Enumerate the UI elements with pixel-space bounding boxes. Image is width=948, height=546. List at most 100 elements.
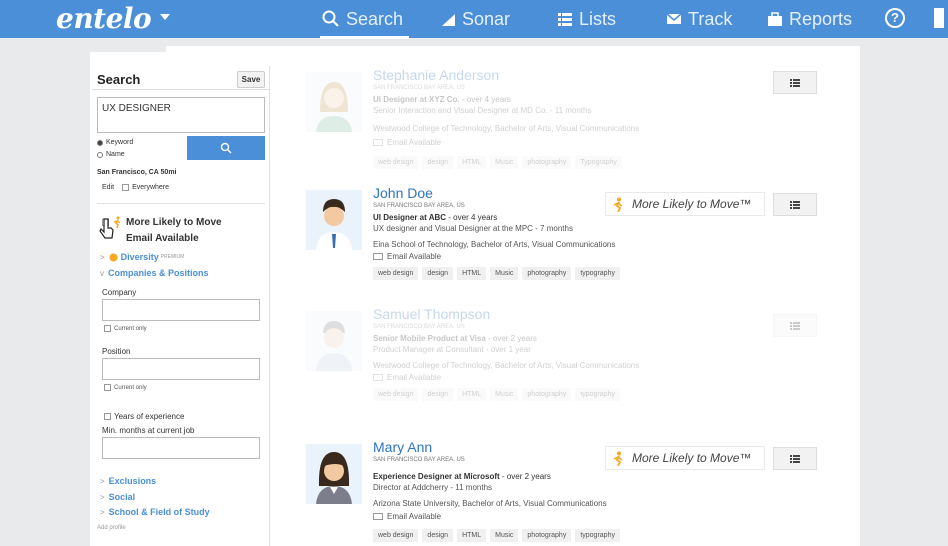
add-to-list-button[interactable]	[773, 314, 817, 337]
email-available: Email Available	[373, 252, 441, 261]
skill-tag[interactable]: photography	[522, 156, 572, 169]
signal-bars-icon	[442, 14, 455, 26]
email-available: Email Available	[373, 512, 441, 521]
candidate-location: SAN FRANCISCO BAY AREA, US	[373, 203, 465, 209]
skill-tag[interactable]: Music	[490, 529, 519, 542]
skill-tag[interactable]: web design	[373, 156, 419, 169]
skill-tag[interactable]: HTML	[457, 267, 487, 280]
candidate-name[interactable]: Samuel Thompson	[373, 306, 490, 322]
diversity-icon	[109, 253, 118, 261]
help-icon[interactable]: ?	[885, 8, 905, 28]
candidate-name[interactable]: John Doe	[373, 185, 433, 201]
position-input[interactable]	[102, 358, 260, 380]
title-company: Senior Mobile Product at Visa	[373, 334, 486, 343]
skill-tag[interactable]: design	[422, 388, 454, 401]
divider	[97, 203, 265, 204]
skill-tag[interactable]: HTML	[457, 388, 487, 401]
school-field-label: School & Field of Study	[108, 507, 210, 517]
skill-tag[interactable]: Music	[490, 156, 519, 169]
search-query-input[interactable]: UX DESIGNER	[97, 97, 265, 133]
nav-reports[interactable]: Reports	[767, 7, 852, 31]
skill-tag[interactable]: web design	[373, 529, 419, 542]
years-experience-checkbox[interactable]	[104, 413, 111, 420]
filter-email-available[interactable]: Email Available	[116, 233, 199, 244]
skill-tag[interactable]: design	[422, 156, 454, 169]
diversity-section[interactable]: > Diversity PREMIUM	[100, 252, 184, 262]
result-card[interactable]: Stephanie Anderson SAN FRANCISCO BAY ARE…	[306, 67, 826, 172]
logo-dropdown-icon[interactable]	[160, 14, 170, 20]
school-field-section[interactable]: > School & Field of Study	[100, 507, 210, 517]
notification-flag-icon[interactable]	[934, 8, 944, 28]
nav-lists[interactable]: Lists	[557, 7, 616, 31]
avatar[interactable]	[306, 311, 362, 371]
company-current-only[interactable]: Current only	[104, 325, 147, 332]
years-experience[interactable]: Years of experience	[104, 412, 184, 421]
skill-tag[interactable]: HTML	[457, 529, 487, 542]
avatar[interactable]	[306, 190, 362, 250]
envelope-icon	[373, 139, 383, 146]
avatar[interactable]	[306, 444, 362, 504]
skill-tag[interactable]: photography	[522, 388, 572, 401]
search-submit-button[interactable]	[187, 136, 265, 160]
save-button[interactable]: Save	[237, 71, 265, 88]
add-to-list-button[interactable]	[773, 193, 817, 216]
list-icon	[790, 200, 800, 209]
radio-name[interactable]: Name	[97, 151, 125, 158]
radio-keyword[interactable]: Keyword	[97, 139, 133, 146]
nav-search-label: Search	[346, 8, 404, 29]
email-available-label: Email Available	[387, 512, 442, 521]
nav-lists-label: Lists	[579, 8, 617, 29]
everywhere-checkbox[interactable]	[122, 184, 130, 191]
filter-more-likely-to-move[interactable]: More Likely to Move	[102, 216, 222, 228]
result-card[interactable]: John Doe SAN FRANCISCO BAY AREA, US UI D…	[306, 185, 826, 290]
chevron-right-icon: >	[100, 492, 105, 502]
skill-tag[interactable]: photography	[522, 529, 572, 542]
list-icon	[558, 13, 572, 26]
exclusions-section[interactable]: > Exclusions	[100, 476, 156, 486]
skill-tag[interactable]: Music	[490, 388, 519, 401]
entelo-logo[interactable]: entelo	[56, 2, 152, 35]
skill-tag[interactable]: typography	[575, 529, 620, 542]
candidate-current-title: Experience Designer at Microsoft - over …	[373, 472, 551, 481]
envelope-icon	[666, 13, 682, 24]
skill-tag[interactable]: design	[422, 267, 454, 280]
skill-tag[interactable]: Music	[490, 267, 519, 280]
location-edit-link[interactable]: Edit	[102, 184, 114, 191]
skill-tag[interactable]: typography	[575, 267, 620, 280]
add-to-list-button[interactable]	[773, 71, 817, 94]
candidate-name[interactable]: Stephanie Anderson	[373, 67, 499, 83]
skill-tag[interactable]: typography	[575, 388, 620, 401]
min-months-input[interactable]	[102, 437, 260, 459]
result-card[interactable]: Samuel Thompson SAN FRANCISCO BAY AREA, …	[306, 306, 826, 411]
skill-tag[interactable]: web design	[373, 267, 419, 280]
nav-sonar[interactable]: Sonar	[440, 7, 510, 31]
skill-tag[interactable]: design	[422, 529, 454, 542]
location-text: San Francisco, CA 50mi	[97, 169, 177, 176]
skill-tag[interactable]: HTML	[457, 156, 487, 169]
company-current-only-checkbox[interactable]	[104, 325, 111, 332]
radio-name-label: Name	[106, 151, 125, 158]
position-current-only-checkbox[interactable]	[104, 384, 111, 391]
nav-track-label: Track	[688, 8, 733, 29]
social-section[interactable]: > Social	[100, 492, 135, 502]
chevron-right-icon: >	[100, 507, 105, 517]
running-person-icon	[613, 451, 623, 466]
skill-tag[interactable]: photography	[522, 267, 572, 280]
company-input[interactable]	[102, 299, 260, 321]
candidate-previous-role: Director at Addcherry - 11 months	[373, 483, 493, 492]
radio-keyword-dot[interactable]	[97, 139, 103, 146]
position-current-only[interactable]: Current only	[104, 384, 147, 391]
companies-positions-section[interactable]: v Companies & Positions	[100, 268, 209, 278]
result-card[interactable]: Mary Ann SAN FRANCISCO BAY AREA, US Expe…	[306, 439, 826, 544]
add-profile-link[interactable]: Add profile	[97, 525, 126, 531]
candidate-name[interactable]: Mary Ann	[373, 439, 432, 455]
skill-tag[interactable]: Typography	[575, 156, 622, 169]
email-available: Email Available	[373, 138, 441, 147]
nav-search[interactable]: Search	[322, 7, 403, 31]
nav-track[interactable]: Track	[666, 7, 732, 31]
radio-name-dot[interactable]	[97, 151, 103, 158]
add-to-list-button[interactable]	[773, 447, 817, 470]
skill-tag[interactable]: web design	[373, 388, 419, 401]
title-company: UI Designer at XYZ Co.	[373, 95, 460, 104]
avatar[interactable]	[306, 72, 362, 132]
